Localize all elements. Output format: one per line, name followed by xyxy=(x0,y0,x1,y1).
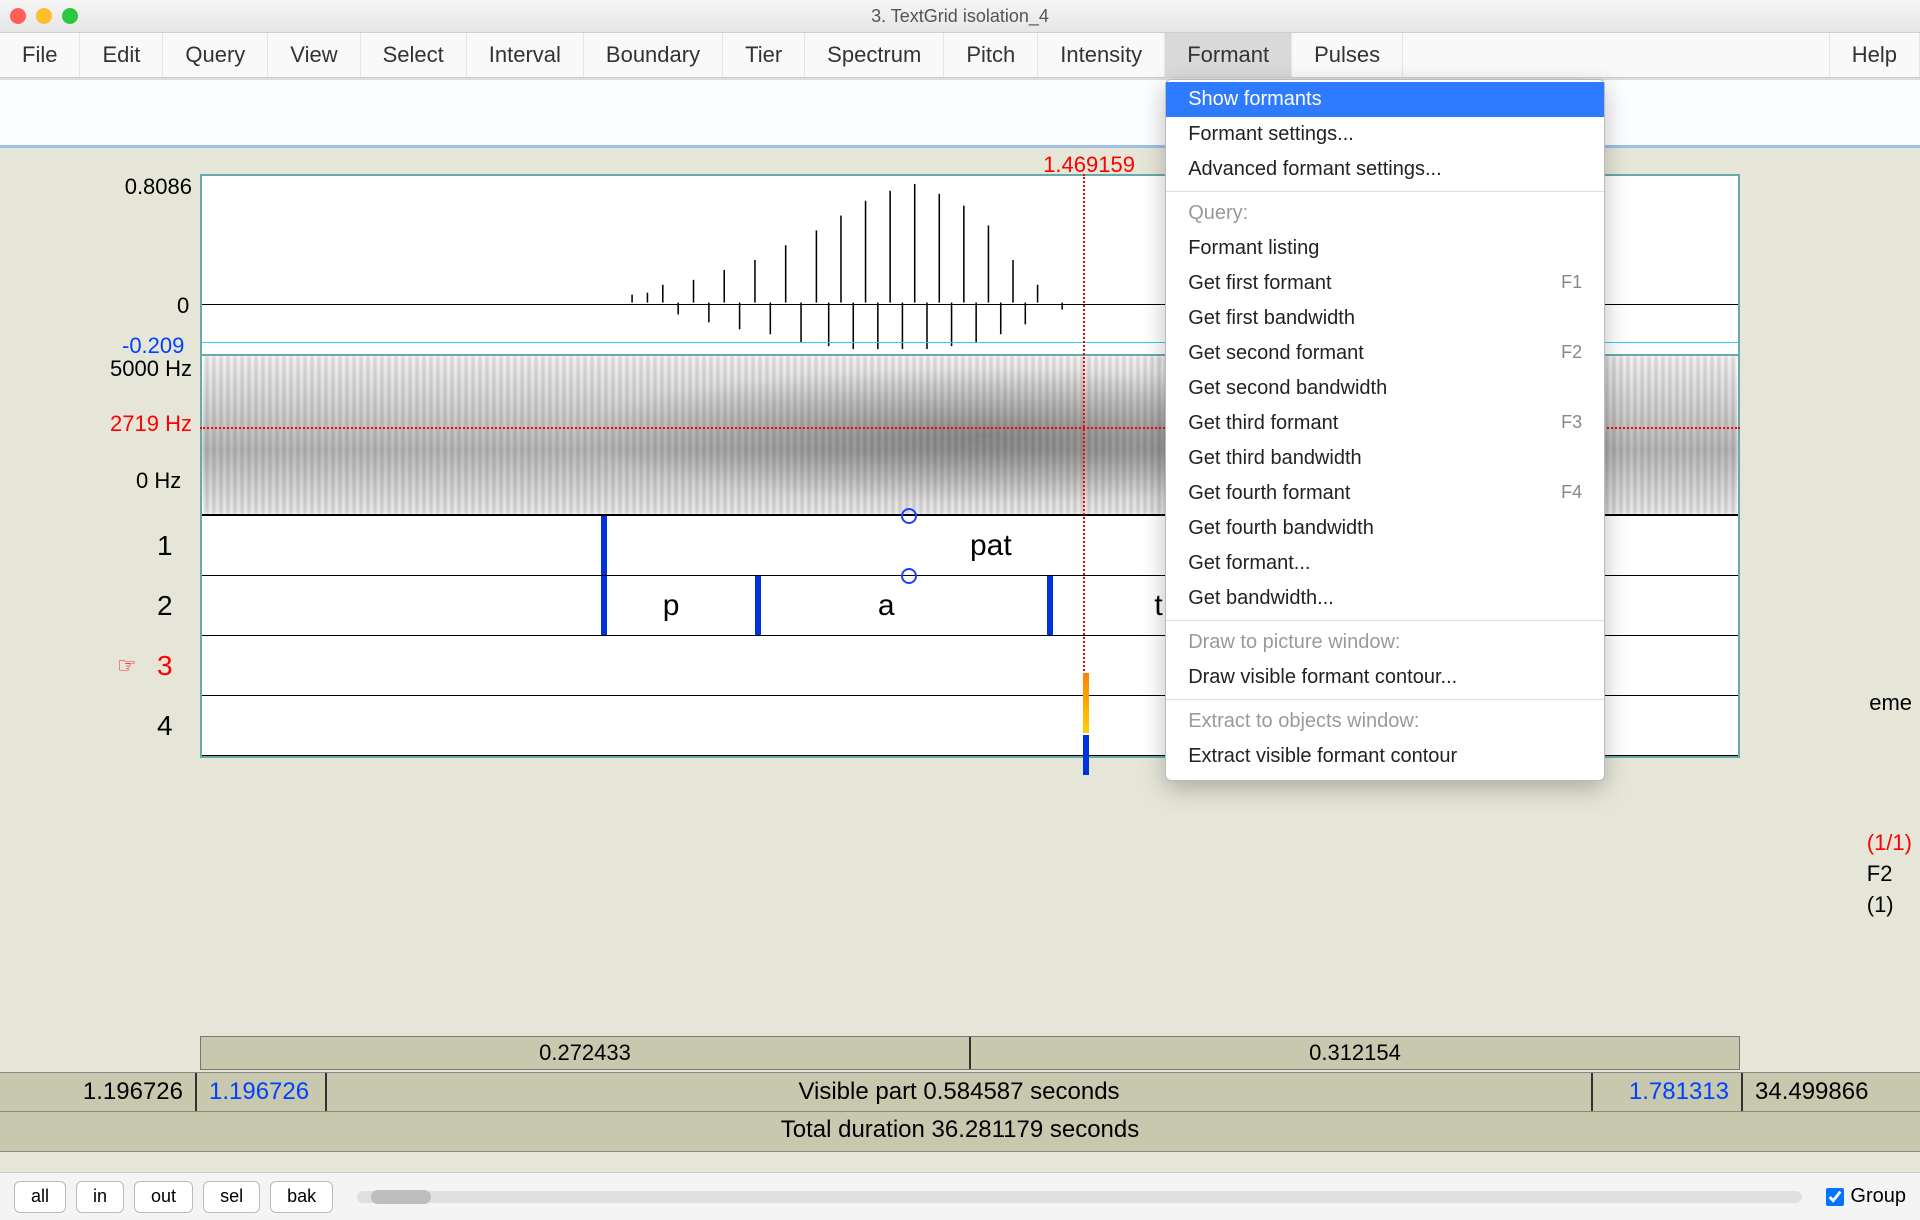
total-duration-bar[interactable]: Total duration 36.281179 seconds xyxy=(0,1112,1920,1152)
menu-get-formant[interactable]: Get formant... xyxy=(1166,546,1604,581)
tier-name-fragment: eme xyxy=(1869,688,1912,719)
visible-start-time: 1.196726 xyxy=(197,1073,327,1111)
visible-part-label[interactable]: Visible part 0.584587 seconds xyxy=(327,1073,1593,1111)
segment-label: p xyxy=(663,589,680,623)
tier-number: 4 xyxy=(157,710,173,742)
menu-view[interactable]: View xyxy=(268,33,360,77)
menu-query-header: Query: xyxy=(1166,196,1604,231)
tier-boundary[interactable] xyxy=(601,576,607,635)
right-padding-time[interactable]: 34.499866 xyxy=(1743,1073,1920,1111)
menu-tier[interactable]: Tier xyxy=(723,33,805,77)
segment-label: t xyxy=(1154,589,1162,623)
menu-select[interactable]: Select xyxy=(361,33,467,77)
all-button[interactable]: all xyxy=(14,1181,66,1213)
footer: all in out sel bak Group xyxy=(0,1172,1920,1220)
group-checkbox[interactable] xyxy=(1826,1188,1844,1206)
tier-name-label: F2 xyxy=(1867,859,1912,890)
menu-get-fourth-bandwidth[interactable]: Get fourth bandwidth xyxy=(1166,511,1604,546)
left-padding-time[interactable]: 1.196726 xyxy=(0,1073,197,1111)
menu-show-formants[interactable]: Show formants xyxy=(1166,82,1604,117)
tier-number: 2 xyxy=(157,590,173,622)
spectrogram-max-label: 5000 Hz xyxy=(92,356,192,382)
vertical-cursor xyxy=(1083,174,1085,694)
in-button[interactable]: in xyxy=(76,1181,124,1213)
work-area: 1.469159 0.8086 0 -0.209 5000 Hz 2719 Hz… xyxy=(0,148,1920,1172)
tier-number: 3 xyxy=(157,650,173,682)
tier-number: 1 xyxy=(157,530,173,562)
menu-draw-header: Draw to picture window: xyxy=(1166,625,1604,660)
menu-get-first-formant[interactable]: Get first formantF1 xyxy=(1166,266,1604,301)
menu-advanced-formant-settings[interactable]: Advanced formant settings... xyxy=(1166,152,1604,187)
menu-extract-visible-contour[interactable]: Extract visible formant contour xyxy=(1166,739,1604,774)
waveform-zero-label: 0 xyxy=(177,293,189,319)
waveform-max-label: 0.8086 xyxy=(92,174,192,200)
menu-get-third-bandwidth[interactable]: Get third bandwidth xyxy=(1166,441,1604,476)
tier-cursor-marker xyxy=(1083,735,1089,775)
menu-get-first-bandwidth[interactable]: Get first bandwidth xyxy=(1166,301,1604,336)
menu-get-second-formant[interactable]: Get second formantF2 xyxy=(1166,336,1604,371)
menu-get-bandwidth[interactable]: Get bandwidth... xyxy=(1166,581,1604,616)
menu-draw-visible-contour[interactable]: Draw visible formant contour... xyxy=(1166,660,1604,695)
visible-part-bar: 1.196726 1.196726 Visible part 0.584587 … xyxy=(0,1072,1920,1112)
window-title: 3. TextGrid isolation_4 xyxy=(0,6,1920,27)
out-button[interactable]: out xyxy=(134,1181,193,1213)
tier-count-label: (1) xyxy=(1867,890,1912,921)
menu-file[interactable]: File xyxy=(0,33,80,77)
group-checkbox-label[interactable]: Group xyxy=(1826,1185,1906,1208)
menu-query[interactable]: Query xyxy=(163,33,268,77)
scrollbar-thumb[interactable] xyxy=(371,1190,431,1204)
menu-intensity[interactable]: Intensity xyxy=(1038,33,1165,77)
menu-boundary[interactable]: Boundary xyxy=(584,33,723,77)
horizontal-scrollbar[interactable] xyxy=(357,1190,1802,1204)
segment-label: a xyxy=(878,589,895,623)
menu-separator xyxy=(1166,620,1604,621)
menu-get-fourth-formant[interactable]: Get fourth formantF4 xyxy=(1166,476,1604,511)
menubar: File Edit Query View Select Interval Bou… xyxy=(0,32,1920,78)
selection-duration-bar: 0.272433 0.312154 xyxy=(200,1036,1740,1070)
tier-fraction-label: (1/1) xyxy=(1867,828,1912,859)
menu-separator xyxy=(1166,699,1604,700)
spectrogram-cursor-hz-label: 2719 Hz xyxy=(92,411,192,437)
menu-edit[interactable]: Edit xyxy=(80,33,163,77)
left-duration[interactable]: 0.272433 xyxy=(201,1037,971,1069)
bak-button[interactable]: bak xyxy=(270,1181,333,1213)
spectrogram-min-label: 0 Hz xyxy=(136,468,181,494)
sel-button[interactable]: sel xyxy=(203,1181,260,1213)
timeline-strip xyxy=(0,78,1920,148)
menu-formant-listing[interactable]: Formant listing xyxy=(1166,231,1604,266)
menu-pitch[interactable]: Pitch xyxy=(944,33,1038,77)
menu-formant-settings[interactable]: Formant settings... xyxy=(1166,117,1604,152)
menu-interval[interactable]: Interval xyxy=(467,33,584,77)
menu-formant[interactable]: Formant Show formants Formant settings..… xyxy=(1165,33,1292,77)
tier-cursor-marker xyxy=(1083,673,1089,733)
titlebar: 3. TextGrid isolation_4 xyxy=(0,0,1920,32)
formant-dropdown: Show formants Formant settings... Advanc… xyxy=(1165,79,1605,781)
tier-boundary[interactable] xyxy=(601,516,607,575)
visible-end-time: 1.781313 xyxy=(1593,1073,1743,1111)
tier-boundary[interactable] xyxy=(1047,576,1053,635)
menu-get-second-bandwidth[interactable]: Get second bandwidth xyxy=(1166,371,1604,406)
cursor-circle-icon xyxy=(901,568,917,584)
right-duration[interactable]: 0.312154 xyxy=(971,1037,1739,1069)
menu-get-third-formant[interactable]: Get third formantF3 xyxy=(1166,406,1604,441)
right-labels: eme (1/1) F2 (1) xyxy=(1867,828,1912,920)
menu-formant-label: Formant xyxy=(1187,42,1269,68)
tier-label: pat xyxy=(970,529,1012,563)
menu-pulses[interactable]: Pulses xyxy=(1292,33,1403,77)
group-label: Group xyxy=(1850,1185,1906,1208)
menu-spectrum[interactable]: Spectrum xyxy=(805,33,944,77)
hand-pointer-icon: ☞ xyxy=(117,653,137,679)
cursor-circle-icon xyxy=(901,508,917,524)
menu-help[interactable]: Help xyxy=(1830,33,1920,77)
menu-separator xyxy=(1166,191,1604,192)
menu-extract-header: Extract to objects window: xyxy=(1166,704,1604,739)
tier-boundary[interactable] xyxy=(755,576,761,635)
